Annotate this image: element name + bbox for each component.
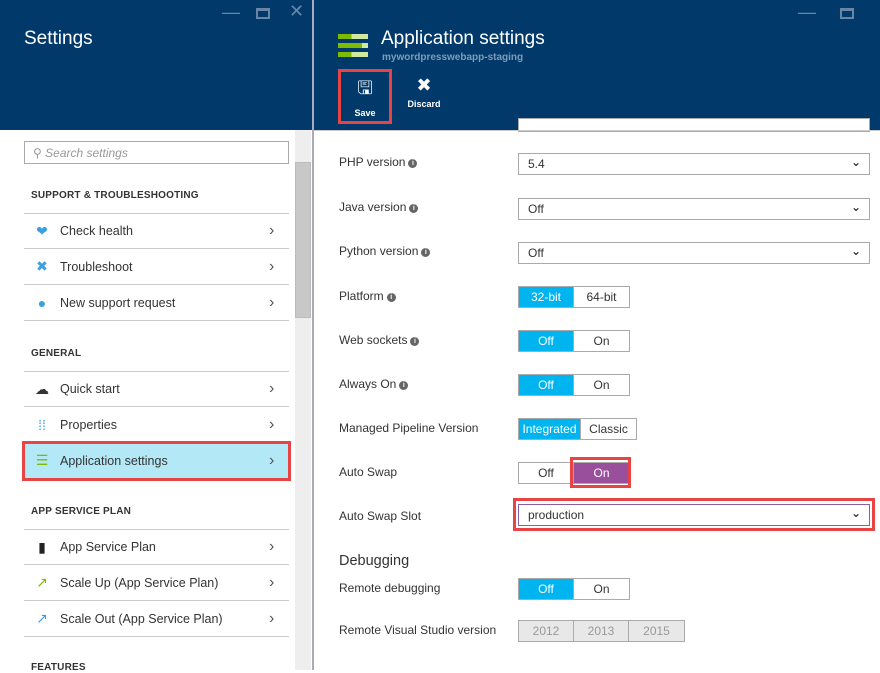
pipeline-label: Managed Pipeline Version xyxy=(339,421,479,435)
autoswapslot-label: Auto Swap Slot xyxy=(339,509,422,523)
settings-blade-header: — ✕ Settings xyxy=(0,0,312,130)
app-settings-icon: ☰ xyxy=(35,452,49,468)
close-icon[interactable]: ✕ xyxy=(289,1,304,22)
java-label: Java version i xyxy=(339,200,419,214)
server-icon: ▮ xyxy=(38,538,46,555)
section-header: GENERAL xyxy=(31,348,82,359)
websockets-label: Web sockets i xyxy=(339,333,420,347)
blade-subtitle: mywordpresswebapp-staging xyxy=(382,52,524,63)
chevron-down-icon: ⌄ xyxy=(850,200,861,214)
sliders-icon: ⁞⁞ xyxy=(38,416,46,433)
alwayson-option[interactable]: Off xyxy=(519,375,574,395)
discard-icon: ✖ xyxy=(416,75,432,95)
rvs-option[interactable]: 2012 xyxy=(519,621,574,641)
sidebar-item[interactable]: ❤ Check health › xyxy=(24,213,289,249)
support-person-icon: ● xyxy=(37,294,47,311)
python-dropdown[interactable]: Off ⌄ xyxy=(518,242,870,264)
blade-title: Application settings xyxy=(381,28,545,49)
scrollbar-thumb[interactable] xyxy=(295,162,311,318)
websockets-option[interactable]: On xyxy=(574,331,629,351)
sidebar-item[interactable]: ☁ Quick start › xyxy=(24,371,289,407)
sidebar-item[interactable]: ↗ Scale Up (App Service Plan) › xyxy=(24,565,289,601)
heart-pulse-icon: ❤ xyxy=(36,222,48,239)
highlight-box xyxy=(570,457,631,488)
chevron-right-icon: › xyxy=(269,222,275,239)
info-icon[interactable]: i xyxy=(410,337,420,346)
chevron-right-icon: › xyxy=(269,451,275,469)
search-input[interactable]: ⚲ Search settings xyxy=(24,141,289,164)
sidebar-item[interactable]: ☰ Application settings › xyxy=(22,441,291,481)
remotedebug-label: Remote debugging xyxy=(339,581,441,595)
maximize-icon[interactable] xyxy=(840,8,854,19)
alwayson-label: Always On i xyxy=(339,377,409,391)
java-dropdown[interactable]: Off ⌄ xyxy=(518,198,870,220)
maximize-icon[interactable] xyxy=(256,8,270,19)
scale-up-icon: ↗ xyxy=(36,574,48,590)
rvs-toggle[interactable]: 2012 2013 2015 xyxy=(518,620,685,642)
alwayson-option[interactable]: On xyxy=(574,375,629,395)
info-icon[interactable]: i xyxy=(409,204,419,213)
minimize-icon[interactable]: — xyxy=(798,2,816,23)
highlight-box xyxy=(513,498,875,531)
scale-out-icon: ↗ xyxy=(36,610,48,626)
section-header: FEATURES xyxy=(31,662,86,673)
save-button[interactable]: 🖫 Save xyxy=(338,69,392,124)
minimize-icon[interactable]: — xyxy=(222,2,240,23)
chevron-right-icon: › xyxy=(269,380,275,397)
pipeline-option[interactable]: Classic xyxy=(581,419,636,439)
save-icon: 🖫 xyxy=(357,78,373,98)
rvs-option[interactable]: 2013 xyxy=(574,621,629,641)
info-icon[interactable]: i xyxy=(408,159,418,168)
python-label: Python version i xyxy=(339,244,431,258)
chevron-right-icon: › xyxy=(269,293,275,311)
info-icon[interactable]: i xyxy=(421,248,431,257)
app-settings-blade-header: — Application settings mywordpresswebapp… xyxy=(314,0,880,130)
chevron-down-icon: ⌄ xyxy=(850,155,861,169)
chevron-right-icon: › xyxy=(269,257,275,275)
cloud-icon: ☁ xyxy=(35,380,49,397)
remotedebug-option[interactable]: On xyxy=(574,579,629,599)
platform-label: Platform i xyxy=(339,289,396,303)
app-settings-icon xyxy=(338,34,368,57)
scrollbar-track[interactable] xyxy=(295,130,311,670)
chevron-down-icon: ⌄ xyxy=(850,244,861,258)
info-icon[interactable]: i xyxy=(386,293,396,302)
autoswap-label: Auto Swap xyxy=(339,465,398,479)
info-icon[interactable]: i xyxy=(399,381,409,390)
sidebar-item[interactable]: ⁞⁞ Properties › xyxy=(24,407,289,443)
platform-option[interactable]: 64-bit xyxy=(574,287,629,307)
alwayson-toggle[interactable]: Off On xyxy=(518,374,630,396)
chevron-right-icon: › xyxy=(269,538,275,555)
sidebar-item[interactable]: ● New support request › xyxy=(24,285,289,321)
autoswap-option[interactable]: Off xyxy=(519,463,574,483)
search-icon: ⚲ xyxy=(33,146,42,160)
chevron-right-icon: › xyxy=(269,415,275,433)
debugging-heading: Debugging xyxy=(339,553,410,569)
rvs-label: Remote Visual Studio version xyxy=(339,623,497,637)
platform-toggle[interactable]: 32-bit 64-bit xyxy=(518,286,630,308)
platform-option[interactable]: 32-bit xyxy=(519,287,574,307)
chevron-right-icon: › xyxy=(269,573,275,591)
remotedebug-option[interactable]: Off xyxy=(519,579,574,599)
pipeline-option[interactable]: Integrated xyxy=(519,419,581,439)
sidebar-item[interactable]: ✖ Troubleshoot › xyxy=(24,249,289,285)
sidebar-item[interactable]: ▮ App Service Plan › xyxy=(24,529,289,565)
sidebar-item[interactable]: ↗ Scale Out (App Service Plan) › xyxy=(24,601,289,637)
php-dropdown[interactable]: 5.4 ⌄ xyxy=(518,153,870,175)
websockets-option[interactable]: Off xyxy=(519,331,574,351)
section-header: SUPPORT & TROUBLESHOOTING xyxy=(31,190,199,201)
discard-button[interactable]: ✖ Discard xyxy=(402,75,446,109)
blade-title: Settings xyxy=(24,28,93,49)
rvs-option[interactable]: 2015 xyxy=(629,621,684,641)
php-label: PHP version i xyxy=(339,155,418,169)
chevron-right-icon: › xyxy=(269,609,275,627)
section-header: APP SERVICE PLAN xyxy=(31,506,132,517)
tools-icon: ✖ xyxy=(36,258,48,274)
remotedebug-toggle[interactable]: Off On xyxy=(518,578,630,600)
pipeline-toggle[interactable]: Integrated Classic xyxy=(518,418,637,440)
websockets-toggle[interactable]: Off On xyxy=(518,330,630,352)
